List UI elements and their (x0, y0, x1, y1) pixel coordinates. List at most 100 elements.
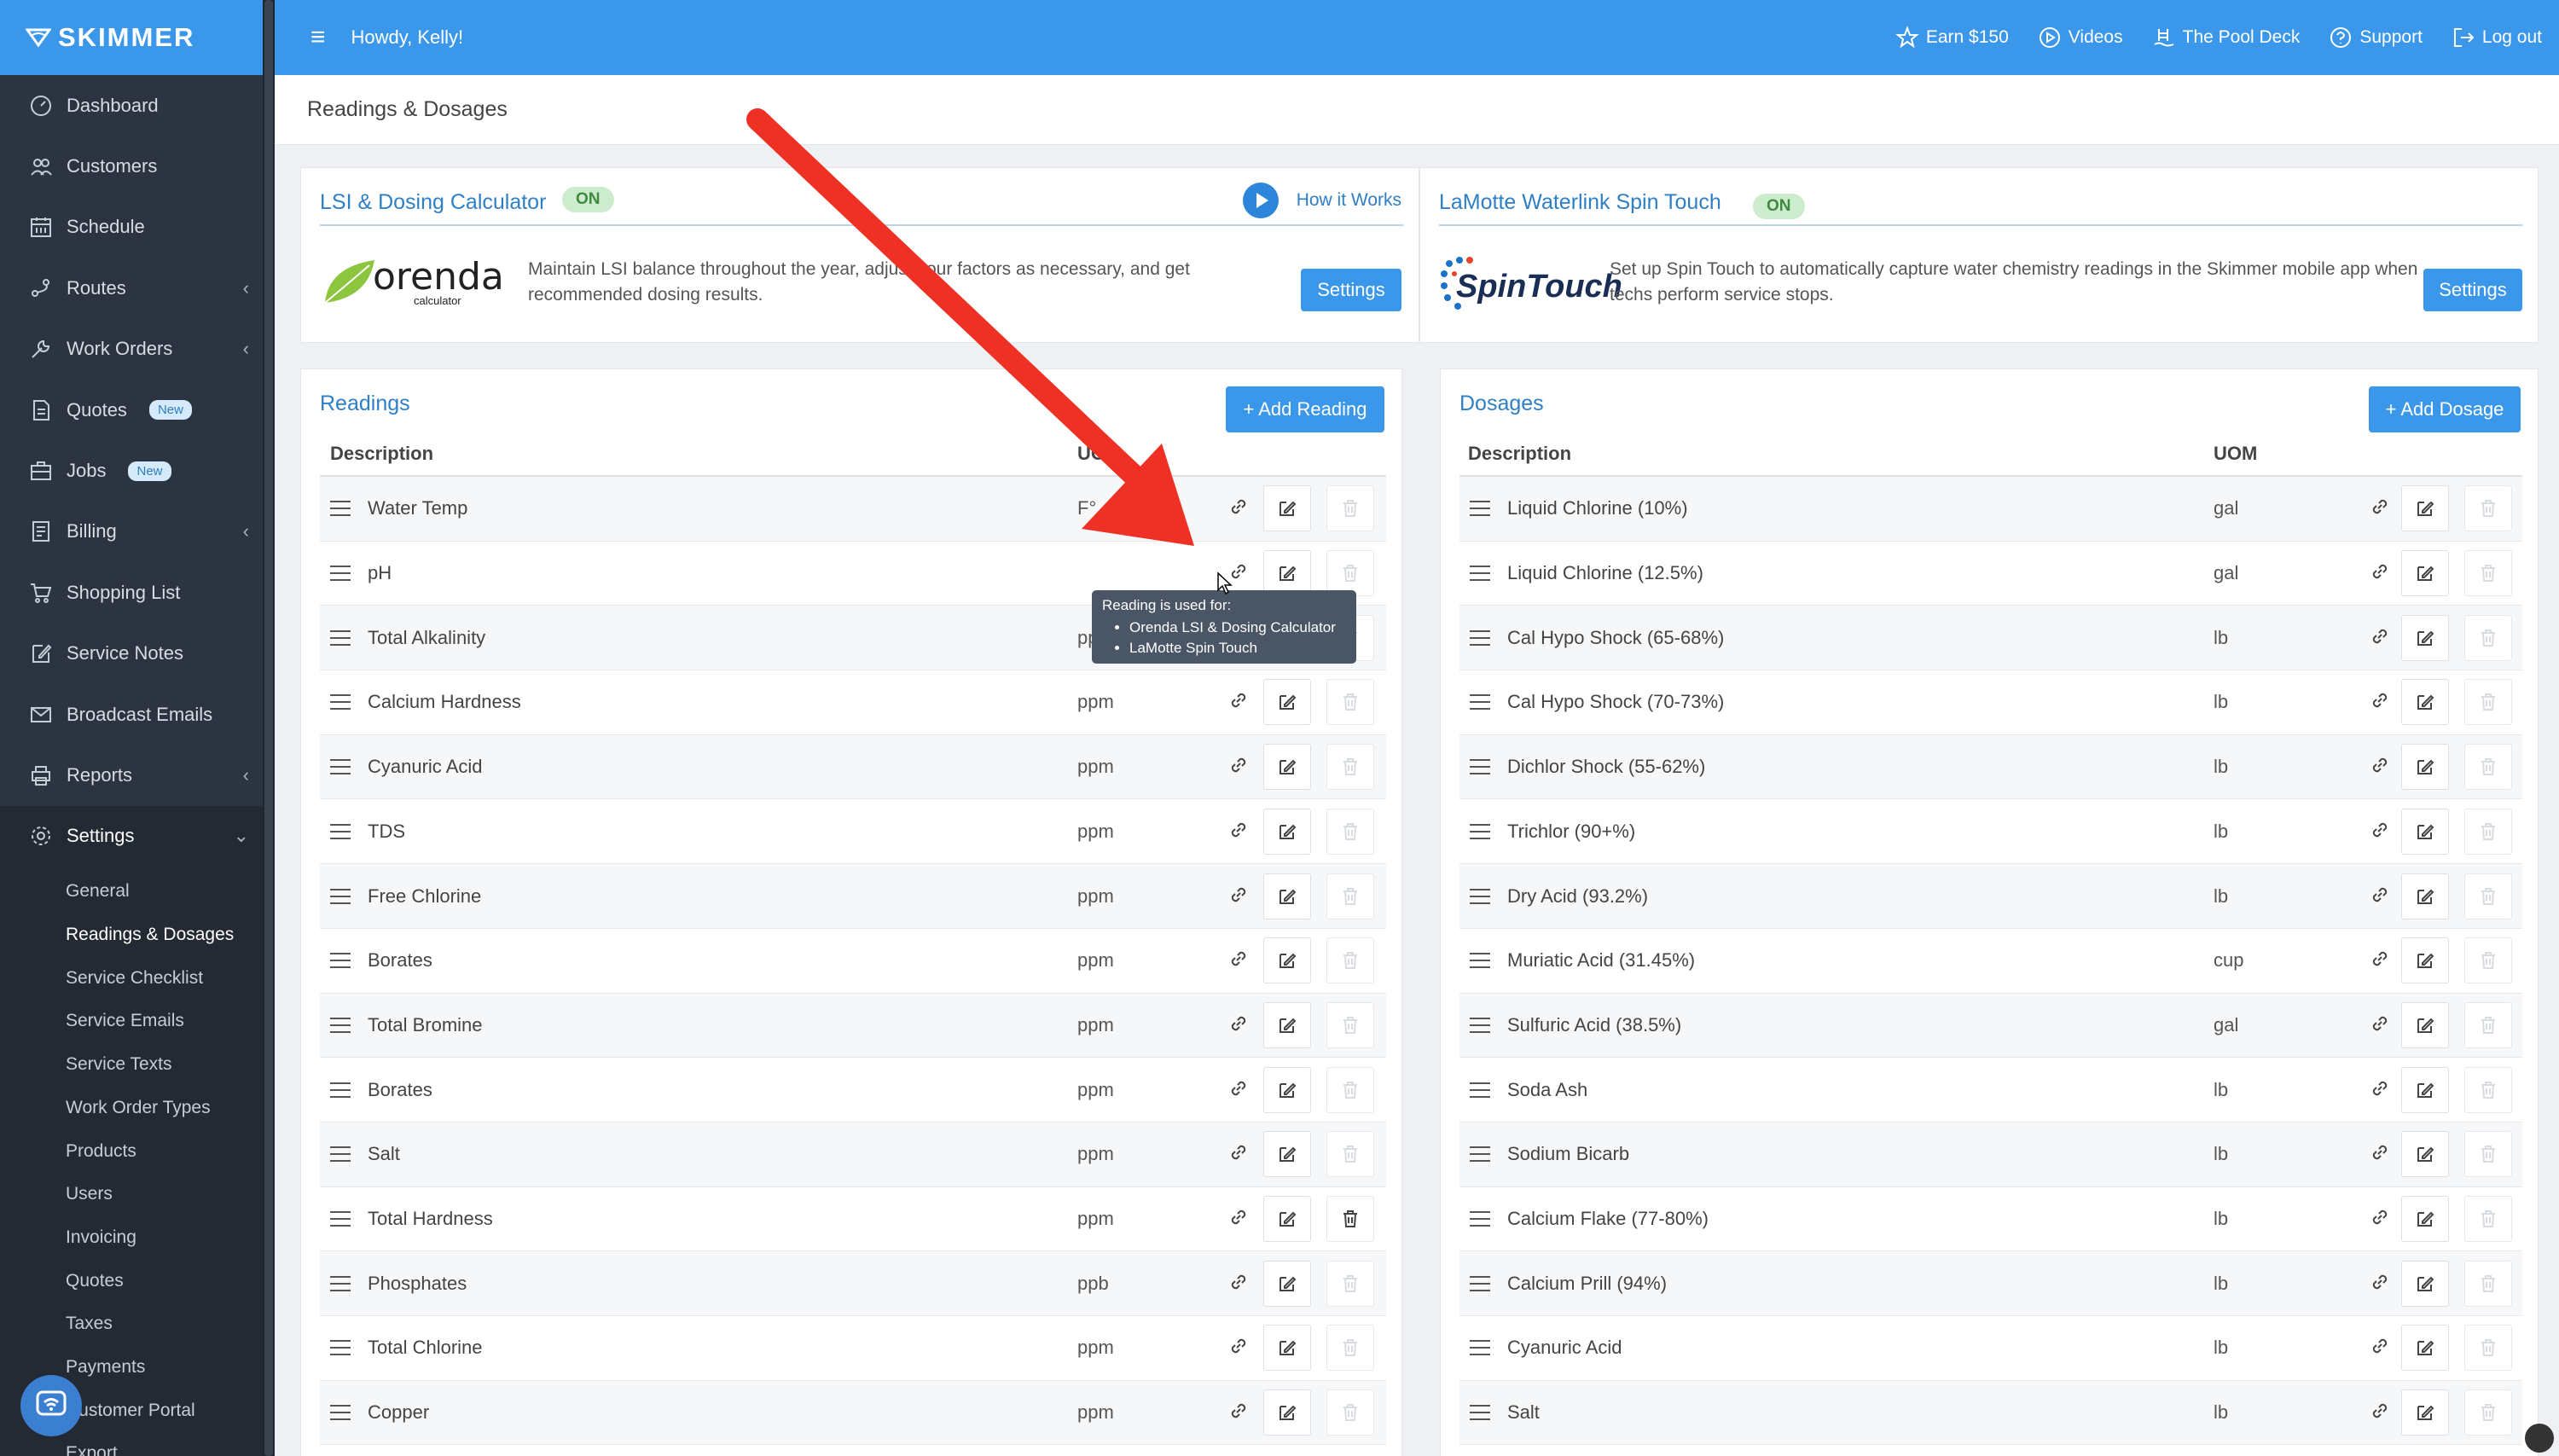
drag-handle-icon[interactable] (330, 566, 351, 582)
delete-button[interactable] (1326, 1196, 1374, 1243)
lsi-settings-button[interactable]: Settings (1301, 269, 1401, 311)
how-it-works-link[interactable]: How it Works (1242, 182, 1401, 219)
delete-button[interactable] (2464, 1389, 2512, 1436)
edit-button[interactable] (1263, 1001, 1311, 1048)
edit-button[interactable] (2401, 1196, 2449, 1243)
delete-button[interactable] (1326, 744, 1374, 791)
edit-button[interactable] (1263, 744, 1311, 791)
link-icon[interactable] (2369, 884, 2394, 909)
edit-button[interactable] (1263, 1196, 1311, 1243)
link-icon[interactable] (1227, 1400, 1253, 1425)
link-icon[interactable] (1227, 1271, 1253, 1296)
edit-button[interactable] (1263, 1131, 1311, 1178)
link-icon[interactable] (2369, 1400, 2394, 1425)
edit-button[interactable] (1263, 1066, 1311, 1113)
subnav-item-users[interactable]: Users (0, 1173, 275, 1216)
sidebar-item-work-orders[interactable]: Work Orders ‹ (0, 319, 275, 380)
link-icon[interactable] (1227, 689, 1253, 715)
edit-button[interactable] (2401, 808, 2449, 855)
subnav-item-products[interactable]: Products (0, 1129, 275, 1173)
top-link-support[interactable]: Support (2329, 26, 2423, 49)
link-icon[interactable] (2369, 625, 2394, 651)
drag-handle-icon[interactable] (1470, 694, 1490, 711)
add-reading-button[interactable]: + Add Reading (1226, 386, 1384, 432)
brand-logo[interactable]: SKIMMER (0, 0, 275, 75)
delete-button[interactable] (2464, 1066, 2512, 1113)
sidebar-item-dashboard[interactable]: Dashboard (0, 75, 275, 136)
delete-button[interactable] (2464, 808, 2512, 855)
drag-handle-icon[interactable] (1470, 1340, 1490, 1356)
drag-handle-icon[interactable] (330, 1340, 351, 1356)
corner-widget-icon[interactable] (2525, 1424, 2554, 1453)
edit-button[interactable] (1263, 1389, 1311, 1436)
subnav-item-quotes[interactable]: Quotes (0, 1259, 275, 1302)
edit-button[interactable] (2401, 937, 2449, 984)
delete-button[interactable] (1326, 808, 1374, 855)
delete-button[interactable] (1326, 937, 1374, 984)
delete-button[interactable] (1326, 1325, 1374, 1372)
drag-handle-icon[interactable] (330, 888, 351, 904)
sidebar-item-settings[interactable]: Settings ⌄ (0, 805, 275, 867)
edit-button[interactable] (2401, 1325, 2449, 1372)
delete-button[interactable] (1326, 1131, 1374, 1178)
delete-button[interactable] (2464, 937, 2512, 984)
link-icon[interactable] (2369, 948, 2394, 973)
subnav-item-readings-dosages[interactable]: Readings & Dosages (0, 914, 275, 957)
link-icon[interactable] (2369, 496, 2394, 521)
edit-button[interactable] (2401, 485, 2449, 532)
drag-handle-icon[interactable] (330, 759, 351, 775)
delete-button[interactable] (1326, 1066, 1374, 1113)
link-icon[interactable] (1227, 1335, 1253, 1360)
drag-handle-icon[interactable] (1470, 823, 1490, 839)
delete-button[interactable] (1326, 1260, 1374, 1307)
link-icon[interactable] (2369, 1141, 2394, 1167)
drag-handle-icon[interactable] (1470, 629, 1490, 646)
sidebar-item-reports[interactable]: Reports ‹ (0, 745, 275, 805)
drag-handle-icon[interactable] (330, 1082, 351, 1098)
edit-button[interactable] (2401, 1001, 2449, 1048)
delete-button[interactable] (1326, 1001, 1374, 1048)
edit-button[interactable] (2401, 1389, 2449, 1436)
sidebar-item-broadcast-emails[interactable]: Broadcast Emails (0, 684, 275, 745)
chat-widget-button[interactable] (20, 1375, 82, 1436)
edit-button[interactable] (1263, 1325, 1311, 1372)
top-link-earn-150[interactable]: Earn $150 (1895, 26, 2009, 49)
delete-button[interactable] (2464, 550, 2512, 597)
edit-button[interactable] (1263, 550, 1311, 597)
drag-handle-icon[interactable] (1470, 1405, 1490, 1421)
subnav-item-export[interactable]: Export (0, 1432, 275, 1456)
subnav-item-service-texts[interactable]: Service Texts (0, 1043, 275, 1087)
link-icon[interactable] (2369, 689, 2394, 715)
edit-button[interactable] (1263, 485, 1311, 532)
delete-button[interactable] (2464, 1260, 2512, 1307)
drag-handle-icon[interactable] (1470, 1017, 1490, 1033)
drag-handle-icon[interactable] (1470, 1146, 1490, 1163)
link-icon[interactable] (1227, 1012, 1253, 1038)
top-link-log-out[interactable]: Log out (2452, 26, 2542, 49)
link-icon[interactable] (1227, 754, 1253, 780)
drag-handle-icon[interactable] (1470, 759, 1490, 775)
delete-button[interactable] (2464, 614, 2512, 661)
sidebar-item-customers[interactable]: Customers (0, 136, 275, 196)
drag-handle-icon[interactable] (330, 1017, 351, 1033)
lamotte-settings-button[interactable]: Settings (2423, 269, 2522, 311)
delete-button[interactable] (1326, 485, 1374, 532)
lsi-status-badge[interactable]: ON (562, 187, 614, 212)
drag-handle-icon[interactable] (330, 501, 351, 517)
drag-handle-icon[interactable] (330, 694, 351, 711)
drag-handle-icon[interactable] (1470, 953, 1490, 969)
edit-button[interactable] (2401, 1066, 2449, 1113)
delete-button[interactable] (2464, 873, 2512, 919)
delete-button[interactable] (1326, 550, 1374, 597)
drag-handle-icon[interactable] (1470, 1211, 1490, 1227)
link-icon[interactable] (2369, 1335, 2394, 1360)
edit-button[interactable] (2401, 1131, 2449, 1178)
add-dosage-button[interactable]: + Add Dosage (2369, 386, 2521, 432)
menu-toggle-icon[interactable]: ≡ (310, 23, 326, 52)
subnav-item-work-order-types[interactable]: Work Order Types (0, 1087, 275, 1130)
link-icon[interactable] (1227, 496, 1253, 521)
sidebar-scroll-thumb[interactable] (264, 0, 273, 1456)
delete-button[interactable] (2464, 485, 2512, 532)
delete-button[interactable] (1326, 873, 1374, 919)
link-icon[interactable] (2369, 1077, 2394, 1103)
